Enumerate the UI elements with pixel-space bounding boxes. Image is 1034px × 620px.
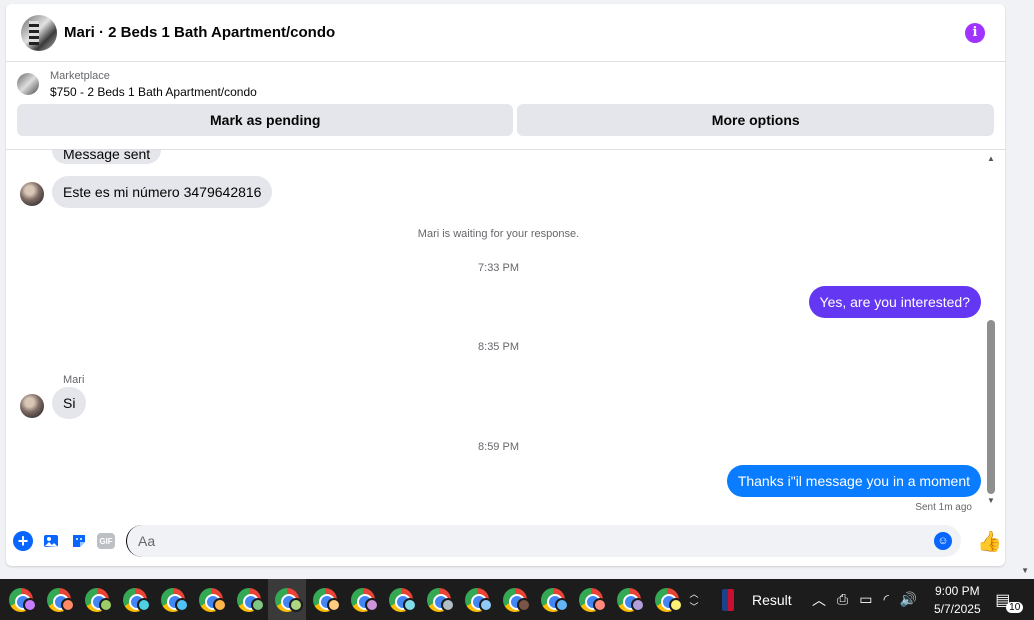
contact-avatar[interactable] <box>21 14 57 51</box>
message-composer: + GIF Aa ☺ 👍 <box>6 516 1005 566</box>
message-bubble-incoming[interactable]: Si <box>52 387 87 419</box>
profile-badge-icon <box>403 598 417 612</box>
taskbar-chrome-app[interactable] <box>192 579 230 620</box>
taskbar-chrome-app[interactable] <box>40 579 78 620</box>
sent-status: Sent 1m ago <box>915 502 972 513</box>
taskbar-chrome-app[interactable] <box>306 579 344 620</box>
profile-badge-icon <box>441 598 455 612</box>
sender-name: Mari <box>63 374 85 386</box>
profile-badge-icon <box>479 598 493 612</box>
chevron-up-icon[interactable]: ︿ <box>689 587 698 600</box>
listing-actions: Mark as pending More options <box>17 104 994 136</box>
message-list: Message sent Este es mi número 347964281… <box>6 150 1005 520</box>
profile-badge-icon <box>631 598 645 612</box>
profile-badge-icon <box>593 598 607 612</box>
taskbar-chrome-app[interactable] <box>420 579 458 620</box>
system-tray: ︿ ⎙ ▭ ◜ 🔊 <box>812 590 917 610</box>
chat-header: Mari · 2 Beds 1 Bath Apartment/condo i <box>6 4 1005 62</box>
emoji-icon[interactable]: ☺ <box>934 532 952 550</box>
message-bubble-outgoing[interactable]: Thanks i"il message you in a moment <box>726 465 981 497</box>
more-options-button[interactable]: More options <box>517 104 994 136</box>
profile-badge-icon <box>251 598 265 612</box>
taskbar-chrome-app[interactable] <box>610 579 648 620</box>
listing-category: Marketplace <box>50 70 110 82</box>
taskbar-chrome-app[interactable] <box>2 579 40 620</box>
taskbar-clock[interactable]: 9:00 PM 5/7/2025 <box>927 582 987 618</box>
taskbar-chrome-app[interactable] <box>534 579 572 620</box>
plus-icon[interactable]: + <box>13 531 33 551</box>
wifi-icon[interactable]: ◜ <box>883 591 888 608</box>
scroll-down-arrow-icon[interactable]: ▼ <box>987 496 995 505</box>
message-bubble-outgoing[interactable]: Yes, are you interested? <box>808 286 981 318</box>
notification-center-icon[interactable]: ▤ 10 <box>995 590 1024 613</box>
taskbar-chrome-app[interactable] <box>116 579 154 620</box>
timestamp-divider: 7:33 PM <box>478 262 519 274</box>
listing-text: Marketplace $750 - 2 Beds 1 Bath Apartme… <box>50 70 257 99</box>
thumbs-up-icon[interactable]: 👍 <box>977 529 1002 554</box>
mark-as-pending-button[interactable]: Mark as pending <box>17 104 514 136</box>
listing-thumbnail <box>17 73 39 95</box>
sender-avatar[interactable] <box>20 394 44 418</box>
profile-badge-icon <box>517 598 531 612</box>
listing-price-title: $750 - 2 Beds 1 Bath Apartment/condo <box>50 85 257 99</box>
profile-badge-icon <box>23 598 37 612</box>
profile-badge-icon <box>99 598 113 612</box>
profile-badge-icon <box>669 598 683 612</box>
scroll-up-arrow-icon[interactable]: ▲ <box>987 154 995 163</box>
taskbar-chrome-app[interactable] <box>648 579 686 620</box>
sticker-icon[interactable] <box>69 531 89 551</box>
clock-date: 5/7/2025 <box>933 601 981 616</box>
profile-badge-icon <box>175 598 189 612</box>
info-icon[interactable]: i <box>965 22 985 43</box>
waiting-notice: Mari is waiting for your response. <box>417 228 580 240</box>
taskbar-chrome-app[interactable] <box>458 579 496 620</box>
meet-now-icon[interactable]: ⎙ <box>837 591 848 608</box>
volume-icon[interactable]: 🔊 <box>900 591 917 608</box>
taskbar-chrome-app[interactable] <box>572 579 610 620</box>
windows-taskbar: ︿ ﹀ Result ︿ ⎙ ▭ ◜ 🔊 9:00 PM 5/7/2025 ▤ … <box>0 579 1034 620</box>
chevron-down-icon[interactable]: ﹀ <box>689 600 698 613</box>
message-bubble-number[interactable]: Este es mi número 3479642816 <box>52 176 273 208</box>
show-hidden-icons-chevron-icon[interactable]: ︿ <box>812 590 826 610</box>
listing-panel: Marketplace $750 - 2 Beds 1 Bath Apartme… <box>6 62 1005 150</box>
profile-badge-icon <box>365 598 379 612</box>
timestamp-divider: 8:59 PM <box>478 441 519 453</box>
taskbar-chrome-app[interactable] <box>230 579 268 620</box>
battery-icon[interactable]: ▭ <box>859 591 872 608</box>
taskbar-chrome-app[interactable] <box>268 579 306 620</box>
notification-count: 10 <box>1006 601 1024 613</box>
sender-avatar[interactable] <box>20 182 44 206</box>
taskbar-apps <box>0 579 686 620</box>
message-input[interactable]: Aa <box>126 525 961 557</box>
profile-badge-icon <box>555 598 569 612</box>
scrollbar-thumb[interactable] <box>987 320 995 494</box>
profile-badge-icon <box>61 598 75 612</box>
chat-title[interactable]: Mari · 2 Beds 1 Bath Apartment/condo <box>64 24 335 41</box>
photo-icon[interactable] <box>41 531 61 551</box>
gif-icon[interactable]: GIF <box>97 533 115 549</box>
chat-window: Mari · 2 Beds 1 Bath Apartment/condo i M… <box>6 4 1005 566</box>
taskbar-chrome-app[interactable] <box>78 579 116 620</box>
taskbar-widget-result[interactable]: Result <box>714 579 804 620</box>
timestamp-divider: 8:35 PM <box>478 341 519 353</box>
profile-badge-icon <box>327 598 341 612</box>
clock-time: 9:00 PM <box>934 583 980 598</box>
taskbar-chrome-app[interactable] <box>154 579 192 620</box>
message-bubble-partial[interactable]: Message sent <box>52 150 162 164</box>
listing-summary[interactable]: Marketplace $750 - 2 Beds 1 Bath Apartme… <box>17 70 994 99</box>
profile-badge-icon <box>213 598 227 612</box>
page-scroll-down-arrow-icon[interactable]: ▼ <box>1021 566 1029 575</box>
profile-badge-icon <box>137 598 151 612</box>
taskbar-chrome-app[interactable] <box>344 579 382 620</box>
taskbar-chrome-app[interactable] <box>382 579 420 620</box>
taskbar-scroll[interactable]: ︿ ﹀ <box>686 579 702 620</box>
nba-logo-icon <box>722 588 734 611</box>
taskbar-chrome-app[interactable] <box>496 579 534 620</box>
widget-label: Result <box>752 591 792 608</box>
profile-badge-icon <box>289 598 303 612</box>
